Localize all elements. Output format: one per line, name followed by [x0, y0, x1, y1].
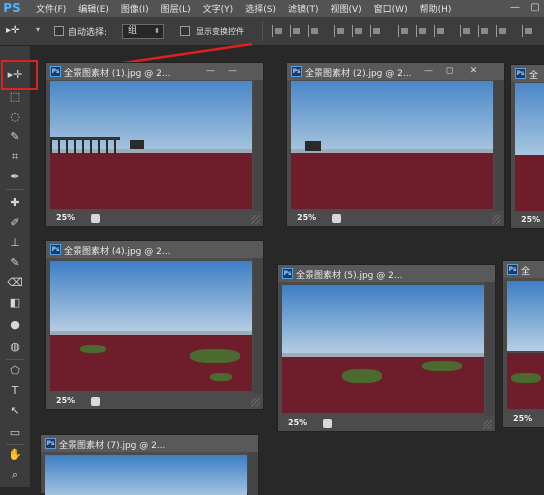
document-status-bar: 25% [46, 211, 263, 226]
vertical-scrollbar[interactable] [494, 80, 504, 211]
document-name: 全景图素材 (5).jpg @ 2... [296, 271, 403, 281]
document-name: 全景图素材 (1).jpg @ 2... [64, 69, 171, 79]
ps-document-icon: Ps [50, 66, 61, 77]
vertical-scrollbar[interactable] [485, 282, 495, 416]
doc-minimize-button[interactable]: — [226, 66, 239, 77]
document-image [282, 285, 484, 413]
document-title-bar[interactable]: Ps 全 [511, 65, 544, 82]
document-image [50, 81, 252, 209]
document-title-bar[interactable]: Ps 全景图素材 (7).jpg @ 2... [41, 435, 258, 452]
document-image [515, 83, 544, 211]
document-title-bar[interactable]: Ps 全 [503, 261, 544, 278]
doc-info-icon[interactable] [91, 397, 100, 406]
document-window[interactable]: Ps 全景图素材 (5).jpg @ 2... 25% [277, 264, 496, 432]
resize-grip-icon[interactable] [492, 215, 501, 224]
document-name: 全 [529, 71, 539, 81]
ps-document-icon: Ps [507, 264, 518, 275]
document-name: 全景图素材 (2).jpg @ 2... [305, 69, 412, 79]
doc-minimize-button[interactable]: — [422, 66, 435, 77]
document-window[interactable]: Ps 全景图素材 (4).jpg @ 2... 25% [45, 240, 264, 410]
document-window[interactable]: Ps 全 25% [502, 260, 544, 428]
document-title-bar[interactable]: Ps 全景图素材 (1).jpg @ 2... — — [46, 63, 263, 80]
zoom-level[interactable]: 25% [521, 215, 540, 224]
vertical-scrollbar[interactable] [253, 80, 263, 211]
document-image [507, 281, 544, 409]
ps-document-icon: Ps [291, 66, 302, 77]
resize-grip-icon[interactable] [251, 215, 260, 224]
zoom-level[interactable]: 25% [56, 213, 75, 222]
document-image [45, 455, 247, 495]
document-status-bar: 25% [287, 211, 504, 226]
document-window[interactable]: Ps 全景图素材 (2).jpg @ 2... — ◻ ✕ 25% [286, 62, 505, 227]
document-window[interactable]: Ps 全景图素材 (7).jpg @ 2... [40, 434, 259, 495]
document-status-bar: 25% [278, 416, 495, 431]
document-image [50, 261, 252, 391]
ps-document-icon: Ps [45, 438, 56, 449]
doc-info-icon[interactable] [323, 419, 332, 428]
zoom-level[interactable]: 25% [297, 213, 316, 222]
document-status-bar: 25% [503, 412, 544, 427]
ps-document-icon: Ps [282, 268, 293, 279]
ps-document-icon: Ps [515, 68, 526, 79]
vertical-scrollbar[interactable] [248, 452, 258, 495]
document-title-bar[interactable]: Ps 全景图素材 (4).jpg @ 2... [46, 241, 263, 258]
doc-close-button[interactable]: ✕ [467, 66, 480, 77]
document-name: 全景图素材 (4).jpg @ 2... [64, 247, 171, 257]
ps-document-icon: Ps [50, 244, 61, 255]
document-title-bar[interactable]: Ps 全景图素材 (2).jpg @ 2... — ◻ ✕ [287, 63, 504, 80]
document-status-bar: 25% [511, 213, 544, 228]
resize-grip-icon[interactable] [251, 398, 260, 407]
document-window[interactable]: Ps 全景图素材 (1).jpg @ 2... — — 25% [45, 62, 264, 227]
document-status-bar: 25% [46, 394, 263, 409]
doc-info-icon[interactable] [91, 214, 100, 223]
zoom-level[interactable]: 25% [513, 414, 532, 423]
vertical-scrollbar[interactable] [253, 258, 263, 394]
document-window[interactable]: Ps 全 25% [510, 64, 544, 229]
document-title-bar[interactable]: Ps 全景图素材 (5).jpg @ 2... [278, 265, 495, 282]
doc-info-icon[interactable] [332, 214, 341, 223]
document-name: 全 [521, 267, 531, 277]
document-image [291, 81, 493, 209]
document-name: 全景图素材 (7).jpg @ 2... [59, 441, 166, 451]
zoom-level[interactable]: 25% [288, 418, 307, 427]
doc-maximize-button[interactable]: ◻ [443, 66, 456, 77]
resize-grip-icon[interactable] [483, 420, 492, 429]
zoom-level[interactable]: 25% [56, 396, 75, 405]
